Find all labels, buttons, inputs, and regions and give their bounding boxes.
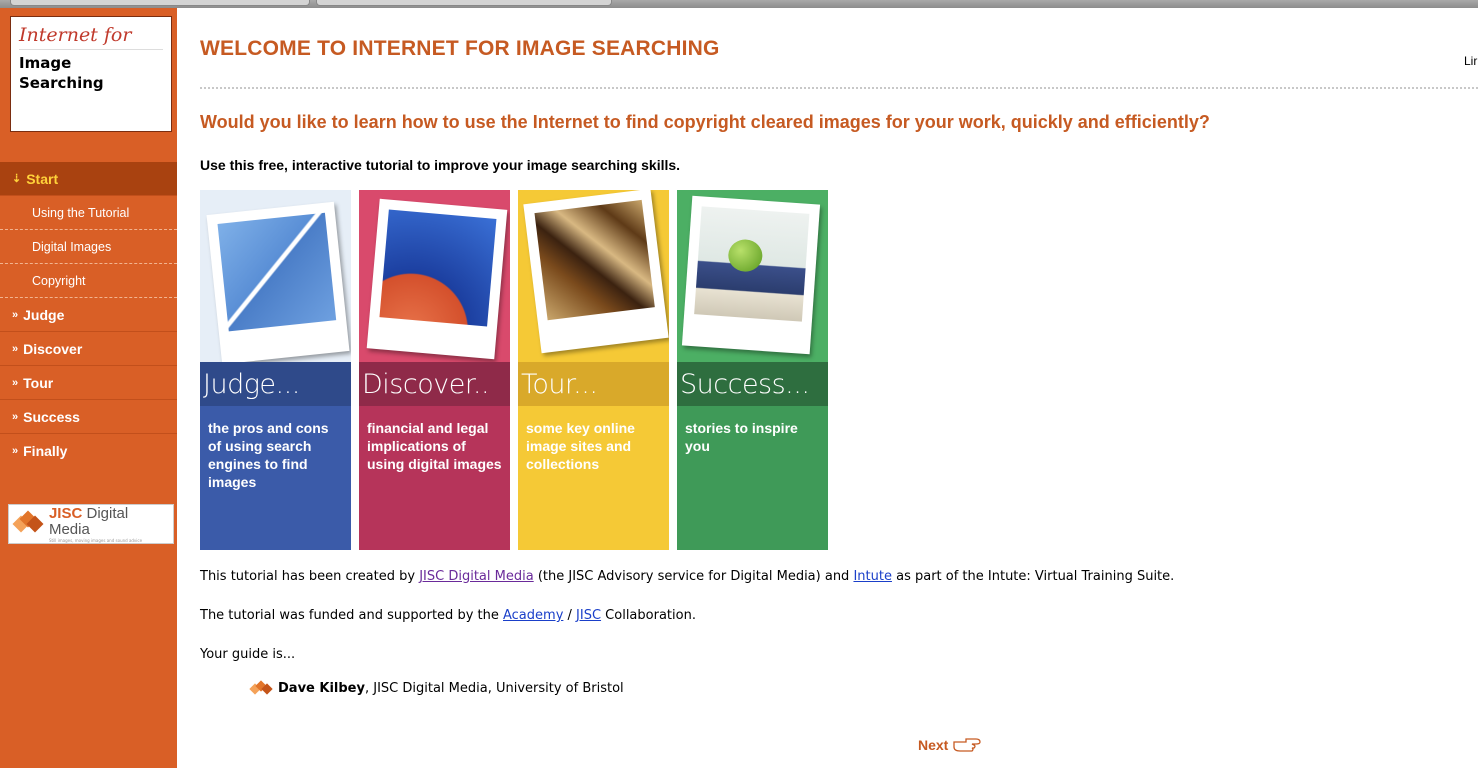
sidebar-item-label: Discover: [23, 340, 83, 357]
site-logo[interactable]: Internet for Image Searching: [10, 16, 172, 132]
polaroid-photo: [523, 190, 669, 354]
panel-description: some key online image sites and collecti…: [526, 420, 635, 472]
sidebar-item-label: Judge: [23, 306, 65, 323]
jisc-diamond-icon: [12, 510, 44, 536]
polaroid-photo: [366, 198, 508, 360]
sidebar-item-label: Success: [23, 408, 80, 425]
browser-tab[interactable]: [316, 0, 612, 6]
sidebar-nav: ⇣ Start Using the Tutorial Digital Image…: [0, 162, 177, 468]
funding-paragraph: The tutorial was funded and supported by…: [200, 608, 696, 623]
panel-heading: Discover..: [362, 368, 490, 400]
sidebar-item-success[interactable]: » Success: [0, 400, 177, 434]
divider: [200, 87, 1478, 89]
sidebar-item-label: Start: [26, 170, 59, 187]
academy-link[interactable]: Academy: [503, 608, 563, 623]
sidebar-item-label: Tour: [23, 374, 54, 391]
panel-tour[interactable]: Tour... some key online image sites and …: [518, 190, 669, 550]
jisc-link[interactable]: JISC: [576, 608, 601, 623]
chevron-down-icon: ⇣: [12, 173, 22, 185]
intro-text: Use this free, interactive tutorial to i…: [200, 157, 681, 173]
sidebar-item-tour[interactable]: » Tour: [0, 366, 177, 400]
next-button[interactable]: Next: [918, 736, 982, 754]
sidebar-item-finally[interactable]: » Finally: [0, 434, 177, 468]
credit-paragraph: This tutorial has been created by JISC D…: [200, 569, 1175, 584]
logo-script-text: Internet for: [19, 23, 163, 50]
panel-heading-band: Success...: [677, 362, 828, 406]
double-chevron-right-icon: »: [12, 342, 19, 355]
jisc-logo-text: JISC Digital Media: [48, 504, 129, 538]
polaroid-photo: [681, 195, 821, 355]
next-label: Next: [918, 737, 949, 753]
sidebar-item-using-the-tutorial[interactable]: Using the Tutorial: [0, 196, 177, 230]
page-title: WELCOME TO INTERNET FOR IMAGE SEARCHING: [200, 37, 720, 60]
double-chevron-right-icon: »: [12, 308, 19, 321]
guide-line: Dave Kilbey, JISC Digital Media, Univers…: [249, 679, 624, 696]
sidebar-item-judge[interactable]: » Judge: [0, 298, 177, 332]
panel-image: [677, 190, 828, 362]
panel-heading-band: Tour...: [518, 362, 669, 406]
panel-heading-band: Judge...: [200, 362, 351, 406]
panel-heading: Success...: [680, 368, 810, 400]
panel-heading: Judge...: [203, 368, 300, 400]
panel-success[interactable]: Success... stories to inspire you: [677, 190, 828, 550]
polaroid-photo: [206, 201, 350, 365]
panel-heading: Tour...: [521, 368, 598, 400]
panel-description: stories to inspire you: [685, 420, 798, 454]
logo-title: Image Searching: [19, 54, 104, 92]
sidebar-item-copyright[interactable]: Copyright: [0, 264, 177, 298]
panel-image: [359, 190, 510, 362]
panel-discover[interactable]: Discover.. financial and legal implicati…: [359, 190, 510, 550]
panel-description: the pros and cons of using search engine…: [208, 420, 329, 490]
sidebar-item-start[interactable]: ⇣ Start: [0, 162, 177, 196]
guide-name: Dave Kilbey: [278, 681, 365, 696]
double-chevron-right-icon: »: [12, 376, 19, 389]
panel-heading-band: Discover..: [359, 362, 510, 406]
intute-link[interactable]: Intute: [853, 569, 892, 584]
guide-intro: Your guide is...: [200, 647, 296, 662]
jisc-logo-tagline: Still images, moving images and sound ad…: [48, 537, 143, 543]
browser-tab-strip: [0, 0, 1478, 8]
guide-affiliation: , JISC Digital Media, University of Bris…: [364, 681, 624, 696]
pointing-hand-icon: [953, 738, 982, 752]
panel-description: financial and legal implications of usin…: [367, 420, 502, 472]
sidebar-item-label: Finally: [23, 443, 68, 459]
browser-tab[interactable]: [10, 0, 310, 6]
panel-image: [518, 190, 669, 362]
jisc-digital-media-link[interactable]: JISC Digital Media: [419, 569, 533, 584]
sidebar: Internet for Image Searching ⇣ Start Usi…: [0, 8, 177, 768]
sidebar-item-digital-images[interactable]: Digital Images: [0, 230, 177, 264]
jisc-diamond-icon: [249, 679, 273, 696]
double-chevron-right-icon: »: [12, 445, 19, 457]
double-chevron-right-icon: »: [12, 410, 19, 423]
top-link[interactable]: Lir: [1464, 54, 1477, 68]
sidebar-item-discover[interactable]: » Discover: [0, 332, 177, 366]
panel-image: [200, 190, 351, 365]
jisc-digital-media-logo[interactable]: JISC Digital Media Still images, moving …: [8, 504, 174, 544]
panel-judge[interactable]: Judge... the pros and cons of using sear…: [200, 190, 351, 550]
page-subtitle: Would you like to learn how to use the I…: [200, 112, 1210, 132]
